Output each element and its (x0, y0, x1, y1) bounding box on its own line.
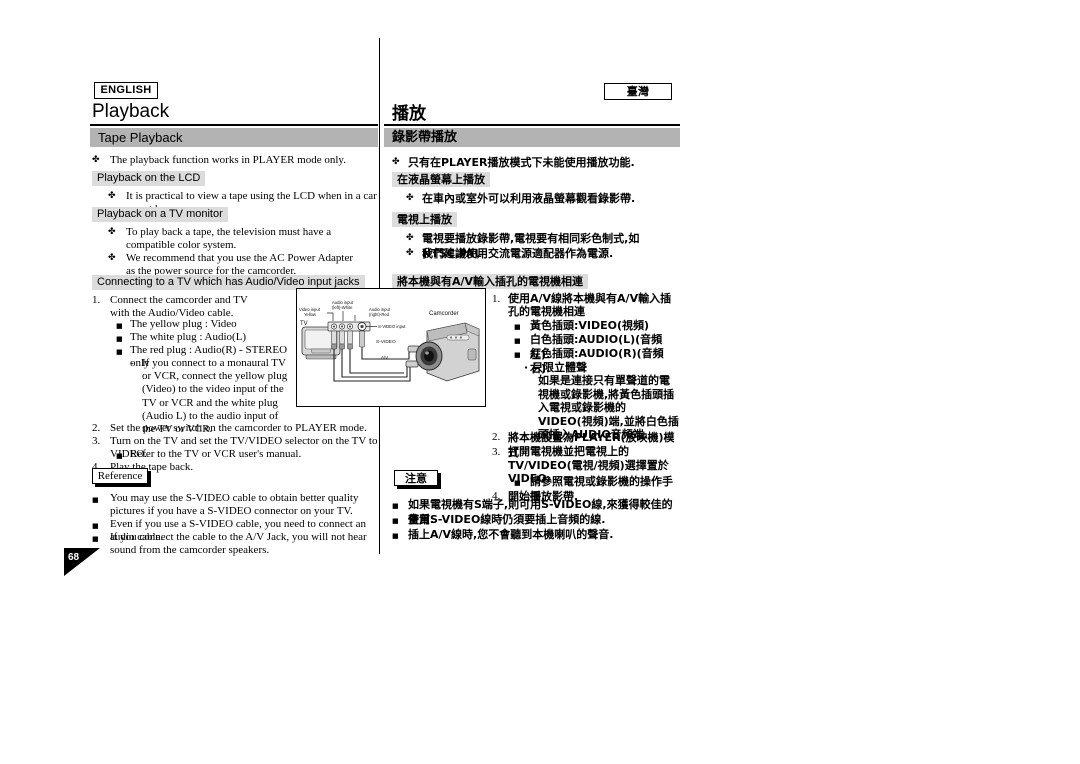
label-svideo-input: S-VIDEO input (378, 324, 406, 329)
club-bullet-icon: ✤ (92, 155, 100, 165)
step1-bullet1-text: The yellow plug : Video (130, 318, 237, 330)
step1-bullet2-text: The white plug : Audio(L) (130, 331, 247, 343)
right-step2-number: 2. (492, 431, 501, 443)
note-item3-row: ■ 插上A/V線時,您不會聽到本機喇叭的聲音. (392, 527, 680, 542)
label-left-white: (left)-White (332, 305, 353, 310)
section-header-english: Tape Playback (90, 128, 378, 147)
sub-header-lcd-chinese: 在液晶螢幕上播放 (392, 172, 490, 187)
left-tv-bullet1-row: ✤ To play back a tape, the television mu… (108, 226, 358, 252)
note-item2-text: 使用S-VIDEO線時仍須要插上音頻的線. (408, 513, 606, 526)
sub-header-connect-chinese: 將本機與有A/V輸入插孔的電視機相連 (392, 274, 589, 289)
square-bullet-icon: ■ (92, 496, 99, 504)
right-step1-text: 使用A/V線將本機與有A/V輸入插孔的電視機相連 (508, 292, 672, 318)
step3-bullet1-row: ■ Refer to the TV or VCR user's manual. (116, 448, 356, 461)
right-step1-stereo-note: · 只限立體聲 (524, 361, 588, 374)
sub-header-playback-tv: Playback on a TV monitor (92, 207, 228, 222)
club-bullet-icon: ✤ (108, 191, 116, 201)
english-badge: ENGLISH (94, 82, 158, 99)
club-bullet-icon: ✤ (392, 157, 400, 167)
square-bullet-icon: ■ (514, 351, 521, 359)
label-right-red: (right)-Red (369, 312, 390, 317)
note-label-box: 注意 (394, 470, 438, 486)
left-intro-row: ✤ The playback function works in PLAYER … (92, 154, 378, 167)
label-camcorder: Camcorder (429, 311, 459, 317)
left-tv-bullet1-text: To play back a tape, the television must… (126, 226, 332, 252)
taiwan-badge: 臺灣 (604, 83, 672, 100)
step3-bullet1-text: Refer to the TV or VCR user's manual. (130, 448, 302, 460)
right-tv-bullet2-row: ✤ 我們建議使用交流電源適配器作為電源. (406, 246, 680, 261)
right-step1-bullet1-text: 黃色插頭:VIDEO(視頻) (530, 319, 650, 332)
club-bullet-icon: ✤ (406, 193, 414, 203)
reference-item3-row: ■ If you connect the cable to the A/V Ja… (92, 531, 380, 557)
square-bullet-icon: ■ (92, 535, 99, 543)
square-bullet-icon: ■ (392, 532, 399, 540)
club-bullet-icon: ✤ (108, 227, 116, 237)
club-bullet-icon: ✤ (108, 253, 116, 263)
step1-bullet2-row: ■ The white plug : Audio(L) (116, 331, 276, 344)
page-number-flag: 68 (64, 548, 100, 576)
label-av: A/V (381, 355, 388, 360)
step3-number: 3. (92, 435, 101, 447)
note-item2-row: ■ 使用S-VIDEO線時仍須要插上音頻的線. (392, 512, 680, 527)
club-bullet-icon: ✤ (406, 233, 414, 243)
note-item3-text: 插上A/V線時,您不會聽到本機喇叭的聲音. (408, 528, 614, 541)
page-title-chinese: 播放 (392, 104, 426, 124)
right-lcd-bullet-row: ✤ 在車內或室外可以利用液晶螢幕觀看錄影帶. (406, 191, 680, 206)
reference-item1-row: ■ You may use the S-VIDEO cable to obtai… (92, 492, 380, 518)
title-rule-left (90, 124, 378, 126)
section-header-chinese: 錄影帶播放 (384, 128, 680, 147)
title-rule-right (384, 124, 680, 126)
reference-item1-text: You may use the S-VIDEO cable to obtain … (110, 492, 359, 518)
right-step1-number: 1. (492, 293, 501, 305)
label-yellow: Yellow (304, 312, 317, 317)
step1-bullet1-row: ■ The yellow plug : Video (116, 318, 276, 331)
step1-number: 1. (92, 294, 101, 306)
manual-page: ENGLISH 臺灣 Playback 播放 Tape Playback 錄影帶… (0, 0, 1080, 764)
reference-label-box: Reference (92, 468, 148, 484)
page-number: 68 (68, 552, 80, 563)
jack-panel-graphic (327, 321, 371, 332)
step1-dash-marker: - (130, 357, 134, 369)
right-step3-number: 3. (492, 446, 501, 458)
square-bullet-icon: ■ (116, 348, 123, 356)
right-intro-text: 只有在PLAYER播放模式下未能使用播放功能. (408, 156, 635, 169)
reference-item3-text: If you connect the cable to the A/V Jack… (110, 531, 367, 557)
step2-number: 2. (92, 422, 101, 434)
step2-text: Set the power switch on the camcorder to… (110, 422, 367, 434)
sub-header-playback-lcd: Playback on the LCD (92, 171, 206, 186)
right-step1-bullet1-row: ■ 黃色插頭:VIDEO(視頻) (514, 318, 680, 333)
right-lcd-bullet-text: 在車內或室外可以利用液晶螢幕觀看錄影帶. (422, 192, 636, 205)
page-title-english: Playback (92, 101, 170, 122)
right-intro-row: ✤ 只有在PLAYER播放模式下未能使用播放功能. (392, 155, 680, 170)
step1-text: Connect the camcorder and TV with the Au… (110, 294, 248, 320)
connection-diagram: Video input Yellow Audio input (left)-Wh… (296, 288, 486, 407)
left-intro-text: The playback function works in PLAYER mo… (110, 154, 346, 166)
plug-connectors-graphic (331, 330, 365, 350)
label-tv: TV (300, 321, 308, 327)
connection-diagram-svg: Video input Yellow Audio input (left)-Wh… (297, 289, 485, 406)
sub-header-tv-chinese: 電視上播放 (392, 212, 457, 227)
club-bullet-icon: ✤ (406, 248, 414, 258)
right-tv-bullet2-text: 我們建議使用交流電源適配器作為電源. (422, 247, 614, 260)
label-svideo: S-VIDEO (376, 339, 396, 345)
